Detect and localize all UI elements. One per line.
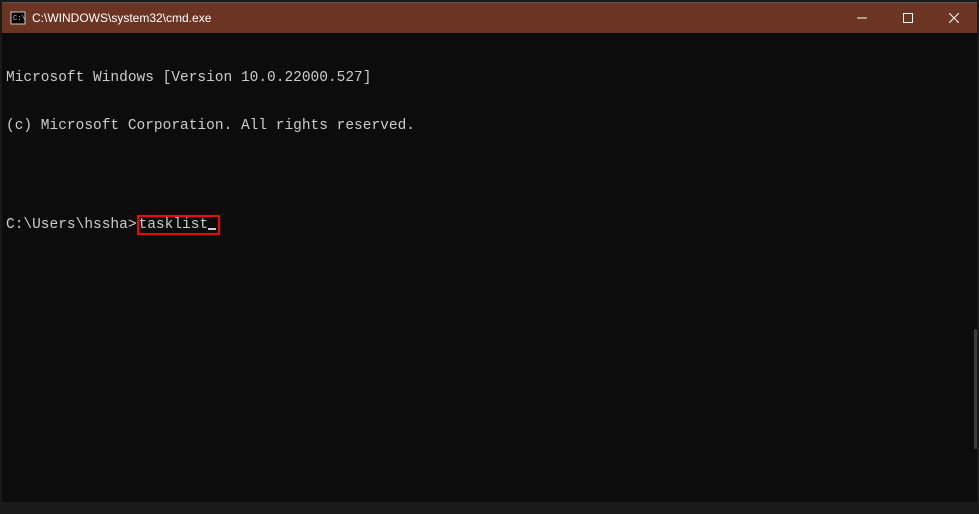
blank-line (6, 167, 973, 183)
titlebar[interactable]: C:\ C:\WINDOWS\system32\cmd.exe (2, 3, 977, 33)
scrollbar-thumb[interactable] (974, 329, 977, 449)
output-line: (c) Microsoft Corporation. All rights re… (6, 119, 973, 135)
terminal-body[interactable]: Microsoft Windows [Version 10.0.22000.52… (2, 33, 977, 502)
window-controls (839, 3, 977, 33)
window-title: C:\WINDOWS\system32\cmd.exe (32, 11, 211, 25)
cursor (208, 228, 216, 230)
prompt-line: C:\Users\hssha>tasklist (6, 215, 973, 235)
minimize-button[interactable] (839, 3, 885, 33)
maximize-button[interactable] (885, 3, 931, 33)
output-line: Microsoft Windows [Version 10.0.22000.52… (6, 71, 973, 87)
scrollbar[interactable] (971, 30, 977, 509)
cmd-icon: C:\ (10, 10, 26, 26)
prompt-text: C:\Users\hssha> (6, 218, 137, 234)
cmd-window: C:\ C:\WINDOWS\system32\cmd.exe Microsof… (2, 2, 977, 502)
close-button[interactable] (931, 3, 977, 33)
svg-text:C:\: C:\ (13, 15, 26, 23)
command-text: tasklist (139, 217, 209, 233)
command-highlight: tasklist (137, 215, 221, 235)
